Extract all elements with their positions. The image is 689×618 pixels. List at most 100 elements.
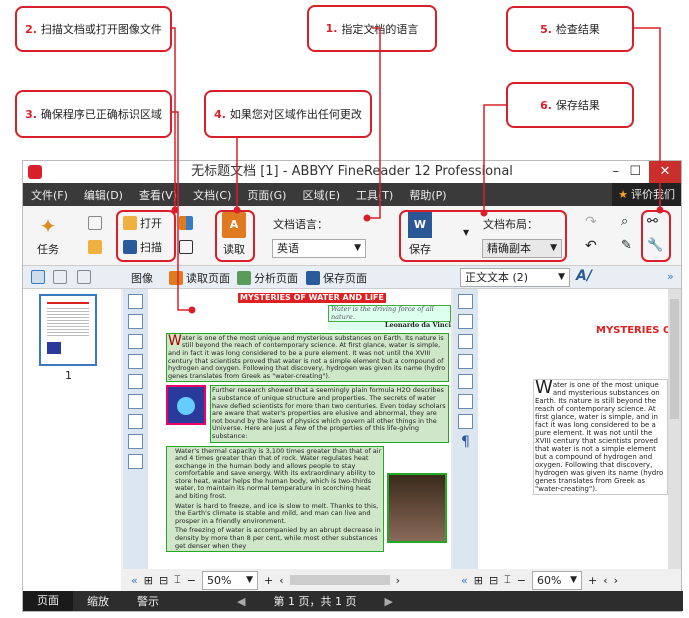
text-zoom-select[interactable]: 60% ▼ bbox=[532, 570, 582, 590]
document-quote: Water is the driving force of all nature… bbox=[328, 305, 451, 323]
tab-zoom[interactable]: 缩放 bbox=[73, 593, 123, 609]
open-scan-highlight bbox=[116, 210, 176, 262]
open-folder-small-icon[interactable] bbox=[88, 240, 102, 254]
fit-width-icon[interactable]: ⊟ bbox=[489, 574, 498, 587]
details-view-icon[interactable] bbox=[53, 270, 67, 284]
undo-icon[interactable]: ↶ bbox=[585, 238, 597, 254]
image-zoom-select[interactable]: 50% ▼ bbox=[202, 570, 258, 590]
title-bar: 无标题文档 [1] - ABBYY FineReader 12 Professi… bbox=[23, 161, 681, 183]
collapse-icon[interactable]: « bbox=[461, 574, 468, 587]
page-thumbnail[interactable] bbox=[39, 294, 97, 366]
rate-us-button[interactable]: ★ 评价我们 bbox=[612, 183, 681, 206]
language-select[interactable]: 英语 ▼ bbox=[272, 239, 366, 258]
callout-text: 确保程序已正确标识区域 bbox=[40, 108, 162, 121]
select-pointer-icon[interactable] bbox=[128, 434, 143, 449]
horizontal-scrollbar[interactable] bbox=[289, 575, 390, 585]
text-tools-strip: ¶ bbox=[453, 289, 478, 591]
find-text-icon[interactable] bbox=[458, 394, 473, 409]
redo-icon[interactable]: ↷ bbox=[585, 214, 597, 230]
text-area-tool-icon[interactable] bbox=[128, 294, 143, 309]
menu-tools[interactable]: 工具(T) bbox=[348, 187, 401, 203]
find-icon[interactable]: ⌕ bbox=[621, 214, 628, 229]
analyze-page-button[interactable]: 分析页面 bbox=[237, 270, 298, 286]
next-page-icon[interactable]: ▶ bbox=[370, 595, 406, 608]
text-paragraph-1[interactable]: Water is one of the most unique and myst… bbox=[533, 379, 668, 495]
menu-view[interactable]: 查看(V) bbox=[131, 187, 185, 203]
chevron-down-icon: ▼ bbox=[354, 243, 361, 253]
task-label: 任务 bbox=[37, 243, 59, 256]
callout-number: 6. bbox=[540, 98, 552, 112]
fit-height-icon[interactable]: ⌶ bbox=[174, 573, 181, 587]
pilcrow-icon[interactable]: ¶ bbox=[453, 434, 478, 450]
scroll-right-icon[interactable]: › bbox=[614, 574, 618, 587]
bullet-1: Water's thermal capacity is 3,100 times … bbox=[175, 446, 382, 501]
save-page-label: 保存页面 bbox=[323, 272, 367, 285]
text-area-1[interactable]: Water is one of the most unique and myst… bbox=[166, 332, 449, 383]
water-molecule-picture[interactable] bbox=[166, 385, 206, 426]
page-properties-icon[interactable] bbox=[77, 270, 91, 284]
minimize-button[interactable]: – bbox=[613, 161, 620, 183]
paragraph-2[interactable]: Further research showed that a seemingly… bbox=[210, 385, 449, 443]
zoom-out-button[interactable]: − bbox=[187, 574, 196, 587]
read-page-button[interactable]: 读取页面 bbox=[169, 270, 230, 286]
close-button[interactable]: ✕ bbox=[649, 161, 681, 183]
edit-image-icon[interactable] bbox=[179, 240, 193, 254]
menu-file[interactable]: 文件(F) bbox=[23, 187, 76, 203]
text-style-value: 正文文本 (2) bbox=[465, 271, 529, 284]
text-scrollbar[interactable] bbox=[668, 289, 681, 569]
zoom-in-button[interactable]: + bbox=[588, 574, 597, 587]
callout-text: 保存结果 bbox=[555, 99, 600, 112]
menu-document[interactable]: 文档(C) bbox=[185, 187, 239, 203]
thumbnail-panel: 1 bbox=[23, 289, 121, 591]
layout-view-icon[interactable] bbox=[458, 314, 473, 329]
menu-help[interactable]: 帮助(P) bbox=[401, 187, 454, 203]
task-button[interactable]: ✦ 任务 bbox=[37, 214, 59, 257]
fit-page-icon[interactable]: ⊞ bbox=[474, 574, 483, 587]
scroll-left-icon[interactable]: ‹ bbox=[603, 574, 607, 587]
zoom-in-button[interactable]: + bbox=[264, 574, 273, 587]
bullet-list-area[interactable]: Water's thermal capacity is 3,100 times … bbox=[166, 445, 384, 553]
more-button[interactable]: » bbox=[667, 270, 674, 283]
maximize-button[interactable]: ☐ bbox=[629, 161, 641, 183]
font-style-icon[interactable]: A/ bbox=[576, 268, 592, 284]
callout-text: 如果您对区域作出任何更改 bbox=[229, 108, 362, 121]
hand-tool-icon[interactable] bbox=[128, 454, 143, 469]
menu-area[interactable]: 区域(E) bbox=[294, 187, 348, 203]
recognition-area-tool-icon[interactable] bbox=[128, 374, 143, 389]
menu-page[interactable]: 页面(G) bbox=[239, 187, 294, 203]
delete-area-tool-icon[interactable] bbox=[128, 394, 143, 409]
menu-bar: 文件(F) 编辑(D) 查看(V) 文档(C) 页面(G) 区域(E) 工具(T… bbox=[23, 183, 681, 206]
proofread-icon[interactable]: ✎ bbox=[621, 238, 632, 253]
document-title: MYSTERIES OF WATER AND LIFE bbox=[238, 293, 386, 303]
menu-edit[interactable]: 编辑(D) bbox=[76, 187, 131, 203]
tab-warnings[interactable]: 警示 bbox=[123, 593, 173, 609]
show-formatting-icon[interactable] bbox=[458, 294, 473, 309]
pages-icon[interactable] bbox=[179, 216, 193, 230]
image-view[interactable]: MYSTERIES OF WATER AND LIFE Water is the… bbox=[148, 289, 451, 569]
fit-page-icon[interactable]: ⊞ bbox=[144, 574, 153, 587]
table-area-tool-icon[interactable] bbox=[128, 354, 143, 369]
fit-width-icon[interactable]: ⊟ bbox=[159, 574, 168, 587]
app-logo-icon bbox=[28, 165, 42, 179]
scroll-left-icon[interactable]: ‹ bbox=[279, 574, 283, 587]
fit-height-icon[interactable]: ⌶ bbox=[504, 573, 511, 587]
collapse-icon[interactable]: « bbox=[131, 574, 138, 587]
zoom-out-button[interactable]: − bbox=[517, 574, 526, 587]
text-view[interactable]: MYSTERIES O Water is one of the most uni… bbox=[478, 289, 668, 569]
text-style-select[interactable]: 正文文本 (2) ▼ bbox=[460, 268, 570, 287]
waterfall-picture[interactable] bbox=[387, 472, 447, 543]
scroll-right-icon[interactable]: › bbox=[396, 574, 400, 587]
tab-pages[interactable]: 页面 bbox=[23, 591, 73, 611]
spell-check-icon[interactable] bbox=[458, 414, 473, 429]
save-page-button[interactable]: 保存页面 bbox=[306, 270, 367, 286]
background-picture-tool-icon[interactable] bbox=[128, 334, 143, 349]
new-document-icon[interactable] bbox=[88, 216, 102, 230]
order-areas-tool-icon[interactable] bbox=[128, 414, 143, 429]
previous-page-icon[interactable]: ◀ bbox=[223, 595, 259, 608]
callout-1: 1. 指定文档的语言 bbox=[307, 5, 437, 52]
line-break-icon[interactable] bbox=[458, 334, 473, 349]
verify-text-icon[interactable] bbox=[458, 374, 473, 389]
picture-area-tool-icon[interactable] bbox=[128, 314, 143, 329]
paragraph-style-icon[interactable] bbox=[458, 354, 473, 369]
thumbnail-view-icon[interactable] bbox=[31, 270, 45, 284]
